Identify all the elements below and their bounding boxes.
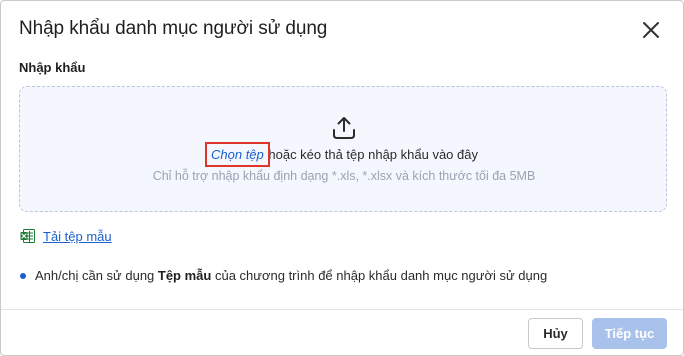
note-text: Anh/chị cần sử dụng Tệp mẫu của chương t…	[35, 268, 548, 283]
dropzone-hint: Chỉ hỗ trợ nhập khẩu định dạng *.xls, *.…	[152, 169, 536, 183]
download-template-link[interactable]: Tải tệp mẫu	[43, 229, 112, 244]
download-template-row: Tải tệp mẫu	[20, 227, 112, 245]
cancel-button[interactable]: Hủy	[528, 318, 583, 349]
choose-file-link[interactable]: Chọn tệp	[205, 142, 270, 167]
section-label: Nhập khẩu	[19, 60, 86, 75]
close-button[interactable]	[639, 18, 663, 42]
import-dialog: Nhập khẩu danh mục người sử dụng Nhập kh…	[0, 0, 684, 356]
note-bold-template: Tệp mẫu	[157, 268, 212, 283]
continue-button[interactable]: Tiếp tục	[592, 318, 667, 349]
dialog-footer: Hủy Tiếp tục	[1, 309, 683, 355]
drag-text: hoặc kéo thả tệp nhập khẩu vào đây	[264, 147, 478, 162]
excel-icon	[20, 229, 35, 243]
dialog-header: Nhập khẩu danh mục người sử dụng	[1, 1, 683, 57]
bullet-dot	[20, 272, 26, 279]
upload-icon	[333, 117, 355, 139]
dropzone-instruction: Chọn tệp hoặc kéo thả tệp nhập khẩu vào …	[20, 142, 668, 167]
note: Anh/chị cần sử dụng Tệp mẫu của chương t…	[20, 268, 547, 283]
file-dropzone[interactable]: Chọn tệp hoặc kéo thả tệp nhập khẩu vào …	[19, 86, 667, 212]
close-icon	[643, 22, 659, 38]
dialog-title: Nhập khẩu danh mục người sử dụng	[19, 18, 328, 39]
